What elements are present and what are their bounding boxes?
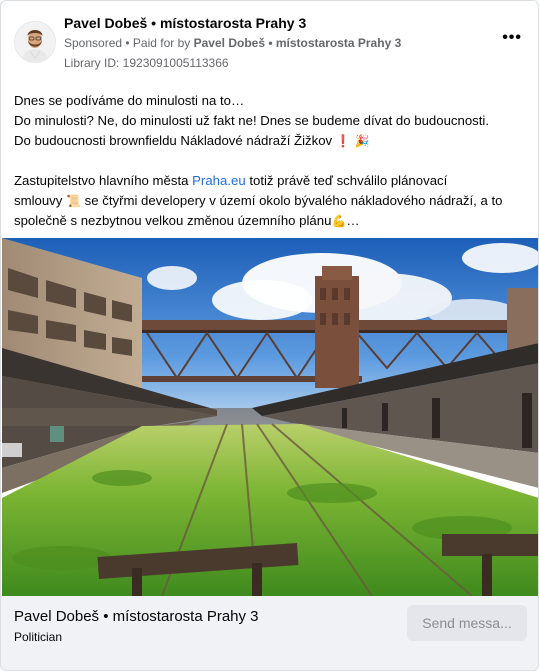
scroll-emoji-icon: 📜 (66, 194, 81, 208)
send-message-button[interactable]: Send messa... (407, 605, 527, 641)
more-dots-icon[interactable]: ••• (502, 29, 522, 47)
text-segment: Zastupitelstvo hlavního města (14, 173, 193, 188)
flexed-biceps-emoji-icon: 💪 (331, 214, 347, 228)
see-more-ellipsis[interactable]: … (346, 213, 359, 228)
text-segment: smlouvy (14, 193, 67, 208)
library-id: Library ID: 1923091005113366 (64, 56, 229, 70)
text-segment: Do budoucnosti brownfieldu Nákladové nád… (14, 133, 333, 148)
text-line: Do minulosti? Ne, do minulosti už fakt n… (14, 113, 490, 128)
exclamation-emoji-icon: ❗ (335, 134, 351, 148)
text-line: Dnes se podíváme do minulosti na to… (14, 93, 245, 108)
footer-category: Politician (14, 630, 63, 644)
ad-footer: Pavel Dobeš • místostarosta Prahy 3 Poli… (1, 596, 538, 670)
post-header: Pavel Dobeš • místostarosta Prahy 3 Spon… (1, 1, 538, 76)
sponsored-line: Sponsored • Paid for by Pavel Dobeš • mí… (64, 36, 401, 50)
avatar[interactable] (14, 21, 56, 63)
text-segment: společně s nezbytnou velkou změnou územn… (14, 213, 332, 228)
text-line: společně s nezbytnou velkou změnou územn… (14, 211, 529, 231)
paid-by-name[interactable]: Pavel Dobeš • místostarosta Prahy 3 (194, 36, 402, 50)
text-segment: totiž právě teď schválilo plánovací (245, 173, 448, 188)
footer-page-name[interactable]: Pavel Dobeš • místostarosta Prahy 3 (14, 608, 259, 625)
ad-card: Pavel Dobeš • místostarosta Prahy 3 Spon… (0, 0, 539, 671)
page-name-link[interactable]: Pavel Dobeš • místostarosta Prahy 3 (64, 15, 306, 31)
text-line: Do budoucnosti brownfieldu Nákladové nád… (14, 131, 529, 151)
party-popper-emoji-icon: 🎉 (354, 134, 370, 148)
text-line: smlouvy 📜 se čtyřmi developery v území o… (14, 191, 529, 211)
paid-prefix: • Paid for by (122, 36, 194, 50)
praha-eu-link[interactable]: Praha.eu (192, 173, 246, 188)
text-line: Zastupitelstvo hlavního města Praha.eu t… (14, 171, 529, 191)
abandoned-freight-station-photo[interactable] (2, 238, 538, 596)
sponsored-label: Sponsored (64, 36, 123, 50)
post-text: Dnes se podíváme do minulosti na to… Do … (14, 91, 529, 231)
text-segment: se čtyřmi developery v území okolo býval… (80, 193, 503, 208)
